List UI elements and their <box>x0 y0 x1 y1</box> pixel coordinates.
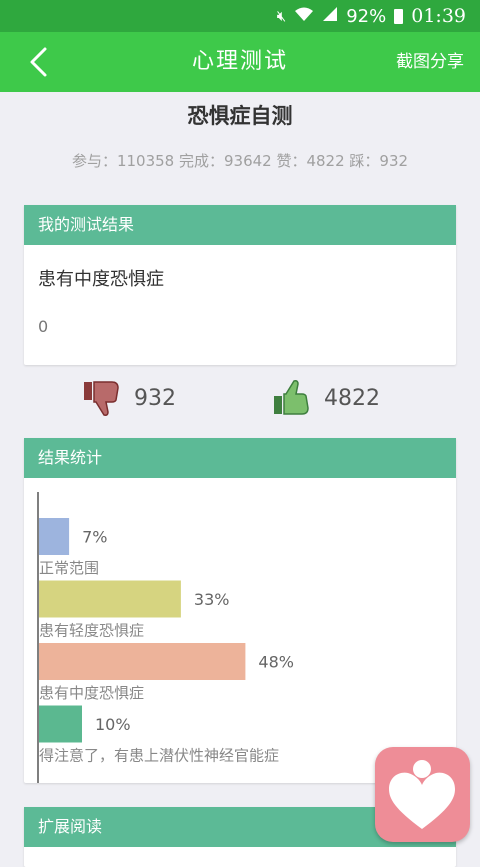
result-bar-chart: 7% 正常范围 33% 患有轻度恐惧症 48% 患有中度恐惧症 10% 得注意了，有患上潜伏性… <box>37 492 294 783</box>
battery-icon <box>394 8 404 24</box>
vote-row: 932 4822 <box>0 378 480 422</box>
test-title: 恐惧症自测 <box>187 104 293 128</box>
chart-category-label: 正常范围 <box>39 559 99 577</box>
chart-bar <box>39 705 82 743</box>
chart-value-label: 48% <box>258 653 294 672</box>
chart-bar <box>39 518 70 555</box>
result-text: 患有中度恐惧症 <box>38 269 164 290</box>
stats-card: 结果统计 7% 正常范围 33% 患有轻度恐惧症 48% 患有中度恐惧症 10% 得注意了，有… <box>24 438 456 783</box>
chart-value-label: 33% <box>194 590 230 609</box>
battery-percent: 92% <box>346 5 387 27</box>
heart-person-icon <box>389 760 455 829</box>
back-chevron-icon <box>30 47 47 77</box>
mute-icon: 🔇︎ <box>276 7 287 25</box>
like-count: 4822 <box>324 385 380 411</box>
app-bar: 心理测试 截图分享 <box>0 32 480 92</box>
like-button[interactable]: 4822 <box>272 378 380 418</box>
result-card-header: 我的测试结果 <box>24 205 456 245</box>
stats-card-header: 结果统计 <box>24 438 456 478</box>
result-card: 我的测试结果 患有中度恐惧症 0 <box>24 205 456 365</box>
wifi-icon <box>294 6 314 26</box>
dislike-count: 932 <box>134 385 176 411</box>
thumbs-down-icon <box>84 381 119 416</box>
back-button[interactable] <box>20 44 56 80</box>
clock: 01:39 <box>411 5 466 27</box>
result-score: 0 <box>38 317 49 336</box>
chart-bar <box>39 643 246 680</box>
thumbs-up-icon <box>274 380 309 415</box>
chart-bar <box>39 580 181 618</box>
test-stats: 参与：110358 完成：93642 赞：4822 踩：932 <box>71 152 409 170</box>
heart-fab-button[interactable] <box>375 747 470 842</box>
status-bar: 🔇︎ 92% 01:39 <box>0 0 480 32</box>
chart-value-label: 10% <box>95 715 131 734</box>
signal-icon <box>322 6 338 26</box>
chart-category-label: 患有轻度恐惧症 <box>39 622 144 640</box>
dislike-button[interactable]: 932 <box>82 378 176 418</box>
chart-category-label: 患有中度恐惧症 <box>39 684 144 702</box>
chart-value-label: 7% <box>82 528 107 547</box>
chart-category-label: 得注意了，有患上潜伏性神经官能症 <box>39 747 279 765</box>
screenshot-share-button[interactable]: 截图分享 <box>396 32 464 92</box>
